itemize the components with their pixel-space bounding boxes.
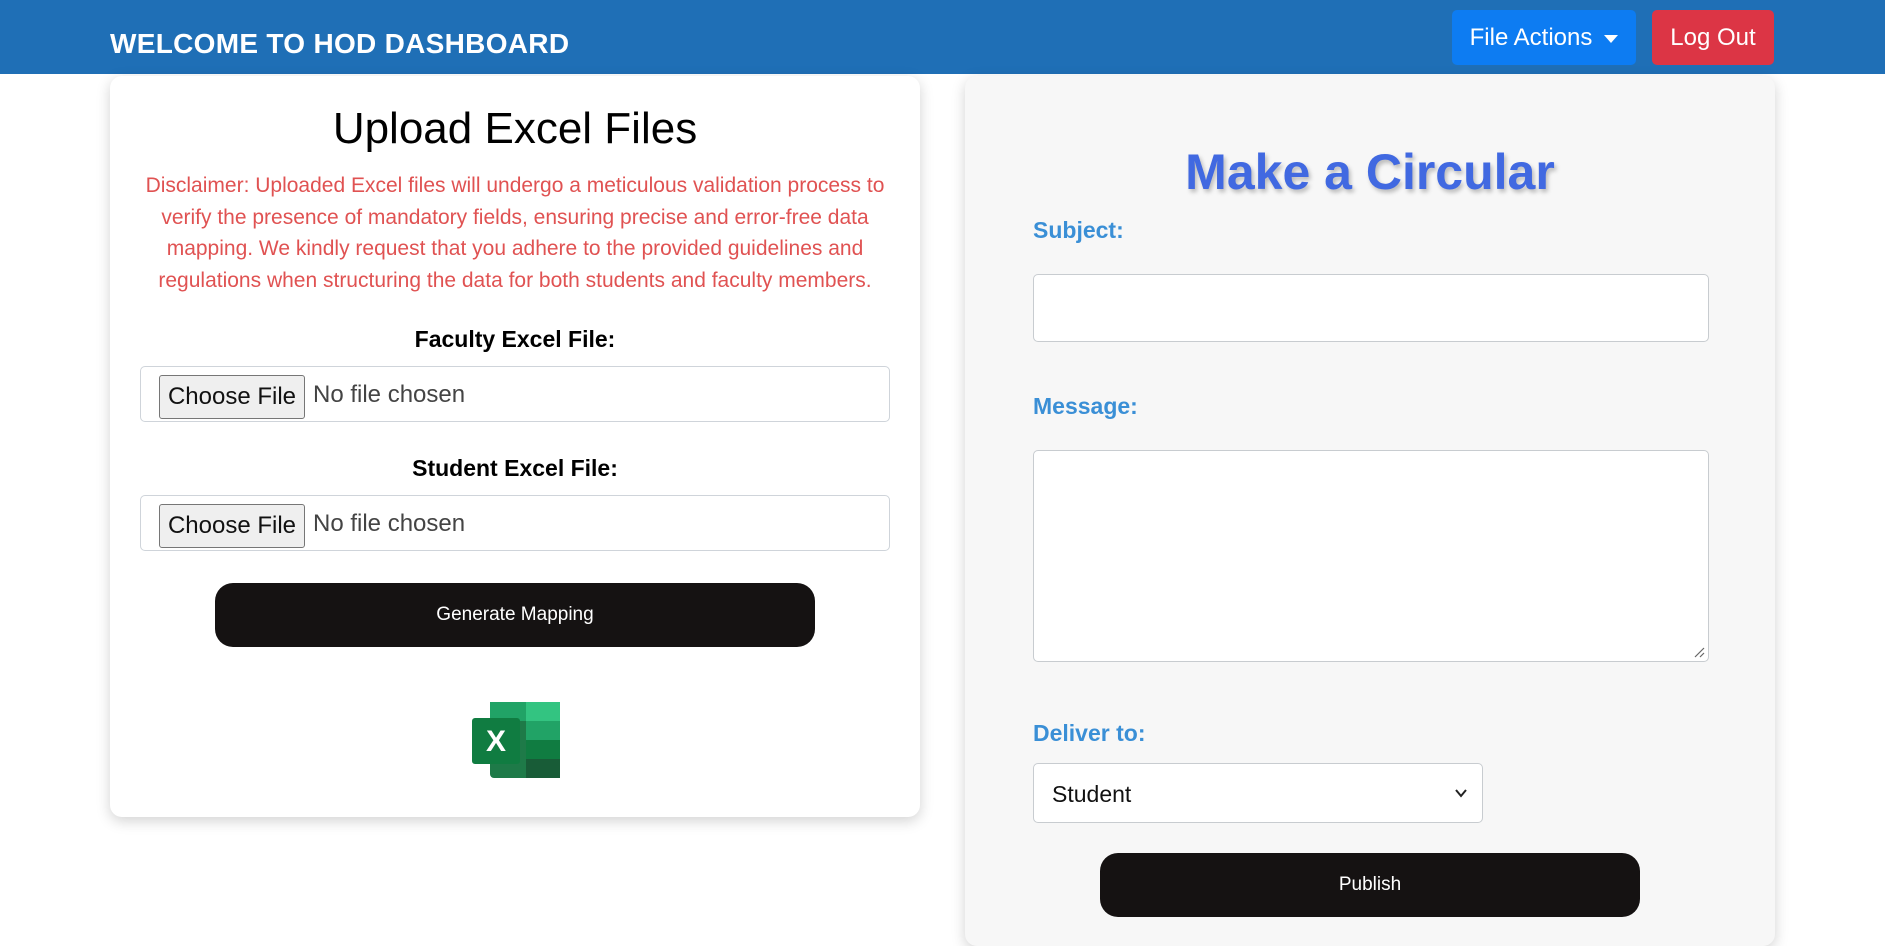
deliver-to-label: Deliver to: [1033,720,1146,746]
subject-input[interactable] [1033,274,1709,342]
file-actions-dropdown-button[interactable]: File Actions [1452,10,1636,65]
resize-handle-icon[interactable] [1693,646,1705,658]
deliver-to-select[interactable]: Student [1033,763,1483,823]
make-circular-card: Make a Circular Subject: Message: Delive… [965,76,1775,946]
generate-mapping-button[interactable]: Generate Mapping [215,583,815,647]
faculty-file-label: Faculty Excel File: [414,326,616,352]
message-textarea[interactable] [1033,450,1709,662]
upload-excel-card: Upload Excel Files Disclaimer: Uploaded … [110,76,920,817]
top-navbar: WELCOME TO HOD DASHBOARD File Actions Lo… [0,0,1885,74]
student-file-label: Student Excel File: [412,455,618,481]
faculty-choose-file-button[interactable]: Choose File [159,375,305,419]
upload-title: Upload Excel Files [332,104,698,153]
file-actions-label: File Actions [1469,23,1593,51]
chevron-down-icon [1455,789,1467,798]
dashboard-title: WELCOME TO HOD DASHBOARD [110,28,570,59]
publish-button[interactable]: Publish [1100,853,1640,917]
subject-label: Subject: [1033,217,1124,243]
student-no-file-text: No file chosen [313,510,466,537]
faculty-no-file-text: No file chosen [313,381,466,408]
excel-icon: X [472,702,560,778]
student-choose-file-button[interactable]: Choose File [159,504,305,548]
caret-down-icon [1604,34,1619,43]
deliver-to-value: Student [1052,781,1132,807]
message-label: Message: [1033,393,1138,419]
disclaimer-text: Disclaimer: Uploaded Excel files will un… [145,174,885,292]
logout-button[interactable]: Log Out [1652,10,1774,65]
circular-title: Make a Circular [1185,144,1555,200]
faculty-file-input[interactable]: Choose File No file chosen [140,366,890,422]
svg-text:X: X [486,725,506,758]
student-file-input[interactable]: Choose File No file chosen [140,495,890,551]
